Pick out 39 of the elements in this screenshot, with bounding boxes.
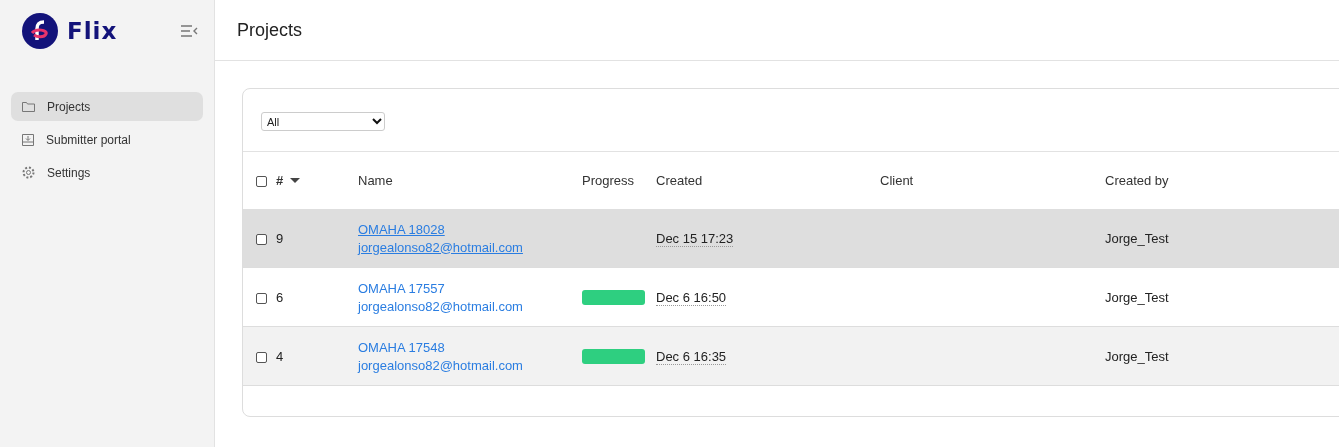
select-all-checkbox[interactable] [256,176,267,188]
sidebar-item[interactable]: Projects [11,92,203,121]
column-header[interactable]: Client [880,173,914,188]
project-link[interactable]: OMAHA 17548 [358,339,445,355]
table-row[interactable]: 9 OMAHA 18028 jorgealonso82@hotmail.com Dec 15 17:23 Jorge_Test [243,209,1339,268]
logo-icon [22,13,58,49]
created-date: Dec 6 16:35 [656,348,727,365]
row-checkbox[interactable] [256,292,267,304]
created-date: Dec 15 17:23 [656,230,734,247]
table-cell: 4 [276,348,284,364]
row-checkbox[interactable] [256,233,267,245]
column-header[interactable]: Created [656,173,703,188]
table-cell: Jorge_Test [1105,348,1169,364]
settings-icon [22,166,35,179]
filter-dropdown[interactable]: All [261,112,385,131]
download-icon [22,133,34,146]
sidebar-item[interactable]: Settings [11,158,203,187]
table-row[interactable]: 4 OMAHA 17548 jorgealonso82@hotmail.com Dec 6 16:35 Jorge_Test [243,326,1339,386]
brand-name: Flix [67,18,118,44]
column-header[interactable]: Name [358,173,393,188]
column-header[interactable]: Created by [1105,173,1169,188]
table-row[interactable]: 6 OMAHA 17557 jorgealonso82@hotmail.com Dec 6 16:50 Jorge_Test [243,267,1339,327]
table-cell: 6 [276,289,284,305]
email-link[interactable]: jorgealonso82@hotmail.com [358,298,523,314]
table-cell: 9 [276,230,284,246]
page-title: Projects [237,19,303,41]
folder-icon [22,101,35,112]
column-header[interactable]: Progress [582,173,635,188]
collapse-menu-icon[interactable] [180,24,198,38]
row-checkbox[interactable] [256,351,267,363]
project-link[interactable]: OMAHA 17557 [358,280,445,296]
email-link[interactable]: jorgealonso82@hotmail.com [358,357,523,373]
table-cell: Jorge_Test [1105,230,1169,246]
created-date: Dec 6 16:50 [656,289,727,306]
sort-caret-icon[interactable] [290,178,301,183]
chevron-icon [372,118,382,125]
column-header[interactable]: # [276,173,284,188]
sidebar-item[interactable]: Submitter portal [11,125,203,154]
table-cell: Jorge_Test [1105,289,1169,305]
